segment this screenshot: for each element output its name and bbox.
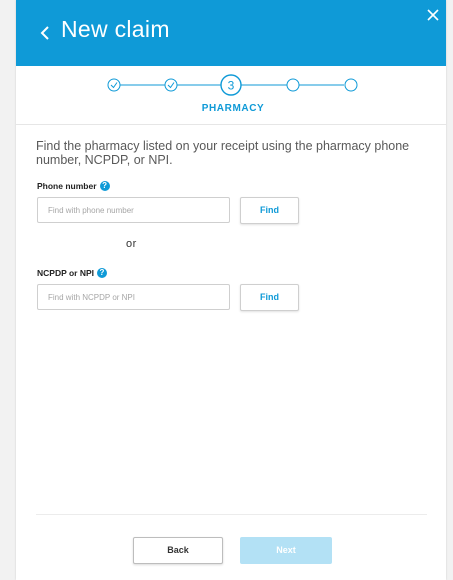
phone-number-input[interactable] [37,197,230,223]
help-icon[interactable]: ? [97,268,107,278]
step-1-check-icon [107,78,121,92]
or-separator: or [126,238,137,250]
help-icon[interactable]: ? [99,181,110,191]
phone-number-label-text: Phone number [37,181,97,191]
step-4-circle [286,78,300,92]
dialog-title: New claim [61,16,170,42]
step-3-number: 3 [228,79,235,93]
find-by-ncpdp-button[interactable]: Find [240,284,299,311]
header-divider [16,124,446,125]
current-step-label: PHARMACY [201,103,265,114]
step-5-circle [344,78,358,92]
stepper-track: 3 [107,74,358,96]
back-button[interactable]: Back [133,537,223,564]
ncpdp-npi-label: NCPDP or NPI ? [37,268,107,278]
progress-stepper: 3 PHARMACY [16,66,446,122]
dialog-header: New claim [16,0,446,66]
footer-divider [36,514,427,515]
ncpdp-npi-label-text: NCPDP or NPI [37,268,94,278]
step-3-current: 3 [220,74,242,96]
step-2-check-icon [164,78,178,92]
phone-number-label: Phone number ? [37,181,110,191]
close-icon[interactable] [426,8,440,22]
next-button[interactable]: Next [240,537,332,564]
chevron-left-icon[interactable] [38,23,52,43]
instructions-text: Find the pharmacy listed on your receipt… [36,139,410,167]
find-by-phone-button[interactable]: Find [240,197,299,224]
ncpdp-npi-input[interactable] [37,284,230,310]
new-claim-dialog: New claim 3 PHARMACY Find the pharmacy l… [16,0,446,580]
